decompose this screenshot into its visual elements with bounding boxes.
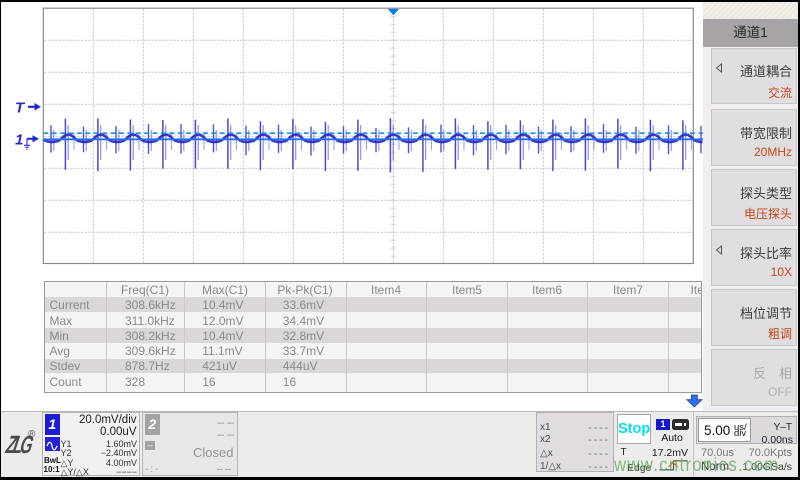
- svg-text:T: T: [15, 100, 26, 117]
- svg-text:1: 1: [15, 132, 23, 149]
